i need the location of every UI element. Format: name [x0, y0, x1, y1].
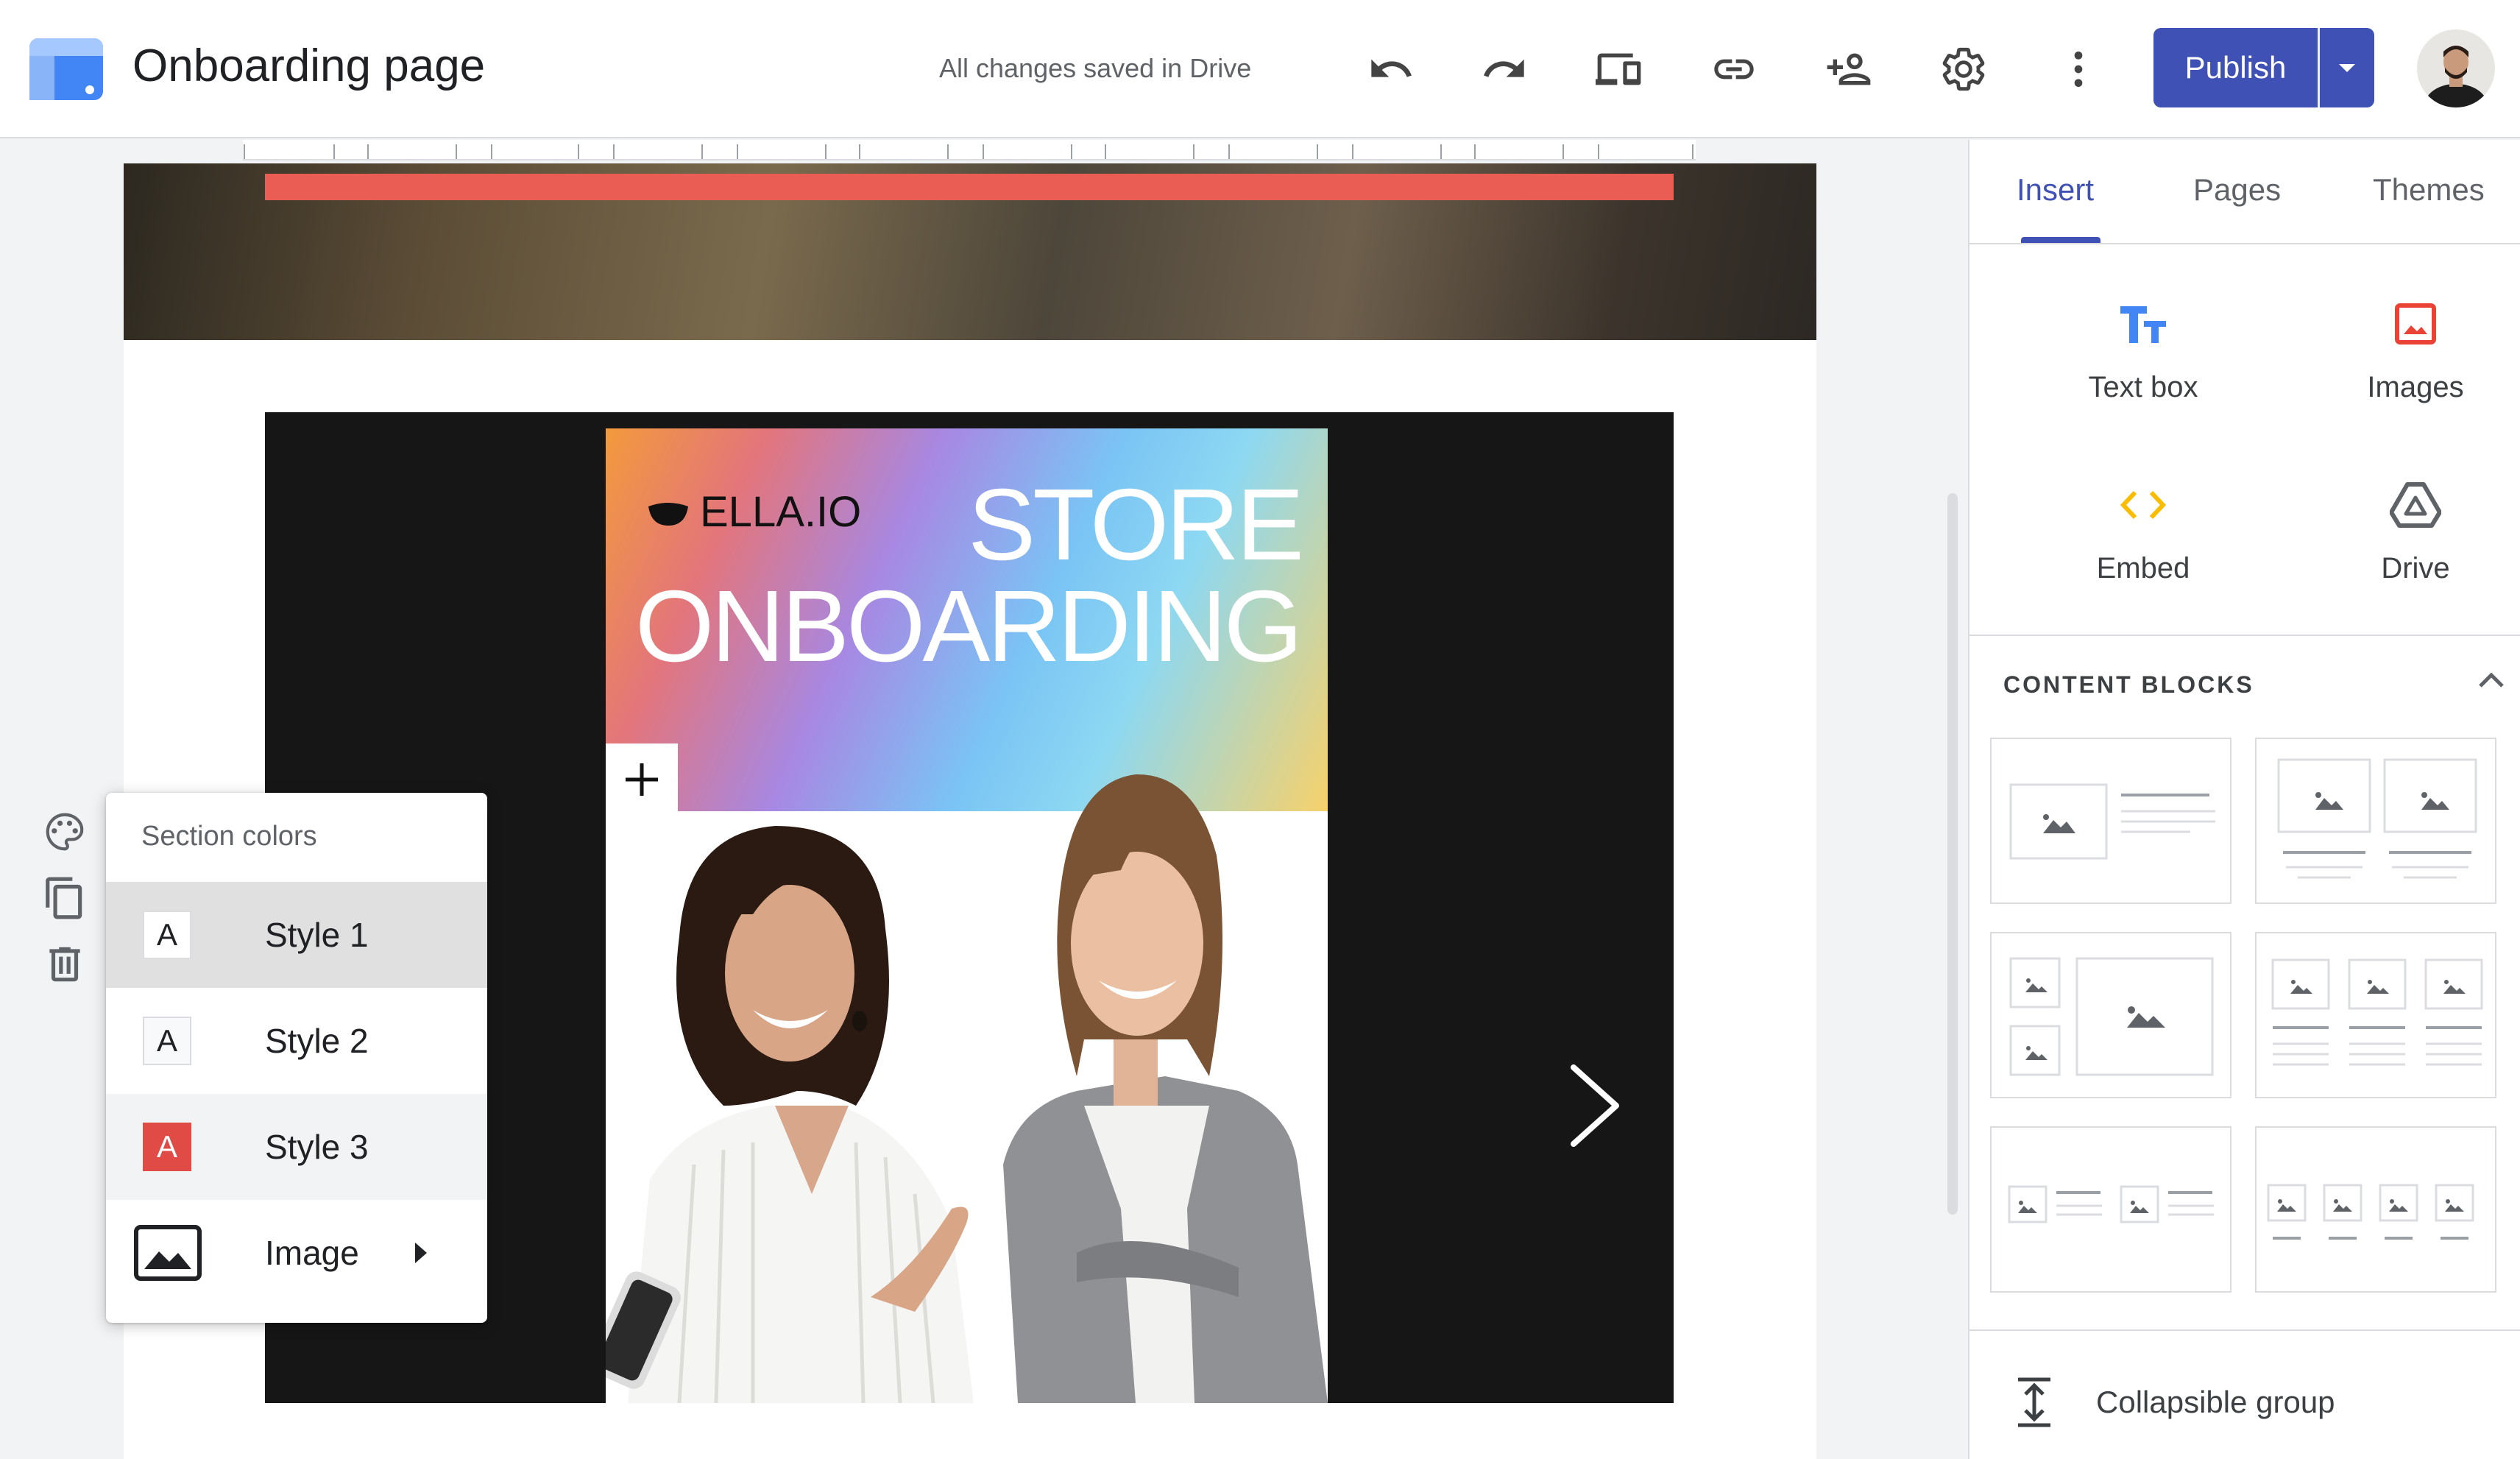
style-3-label: Style 3	[265, 1128, 369, 1166]
tabs-divider	[1969, 243, 2520, 244]
panel-divider	[1969, 635, 2520, 636]
image-icon	[2386, 294, 2445, 353]
insert-collapsible-group[interactable]: Collapsible group	[2014, 1377, 2335, 1428]
user-avatar[interactable]	[2417, 29, 2495, 107]
style-1-option[interactable]: A Style 1	[106, 882, 487, 988]
slide-headline-onboarding: ONBOARDING	[635, 570, 1303, 683]
brand-bowl-icon	[648, 502, 688, 526]
add-content-button[interactable]	[606, 743, 678, 816]
embed-label: Embed	[2096, 552, 2190, 584]
duplicate-section-icon[interactable]	[37, 870, 93, 926]
section-colors-menu: Section colors A Style 1 A Style 2 A Sty…	[106, 793, 487, 1323]
right-side-panel: Insert Pages Themes Text box Images Embe…	[1968, 140, 2520, 1459]
tab-insert[interactable]: Insert	[2017, 172, 2094, 208]
save-status: All changes saved in Drive	[939, 53, 1252, 83]
publish-button-group: Publish	[2153, 28, 2374, 107]
insert-embed[interactable]: Embed	[2033, 476, 2254, 623]
publish-button[interactable]: Publish	[2153, 28, 2318, 107]
content-block-image-grid[interactable]	[1990, 932, 2231, 1098]
collapsible-group-icon	[2018, 1377, 2050, 1427]
image-label: Image	[265, 1234, 359, 1272]
text-box-icon	[2114, 294, 2173, 353]
settings-icon[interactable]	[1931, 37, 1996, 102]
text-box-label: Text box	[2088, 371, 2198, 403]
content-block-four-columns[interactable]	[2255, 1126, 2496, 1293]
publish-options-dropdown[interactable]	[2320, 28, 2374, 107]
ruler	[243, 140, 1696, 160]
tab-pages[interactable]: Pages	[2193, 172, 2281, 208]
content-block-three-columns[interactable]	[2255, 932, 2496, 1098]
content-blocks-title: CONTENT BLOCKS	[2003, 671, 2254, 698]
caret-down-icon	[2339, 64, 2355, 72]
slide-headline-store: STORE	[968, 468, 1304, 582]
sites-logo-icon[interactable]	[29, 38, 103, 100]
section-colors-title: Section colors	[141, 821, 317, 852]
delete-section-icon[interactable]	[37, 936, 93, 992]
top-bar: Onboarding page All changes saved in Dri…	[0, 0, 2520, 138]
submenu-caret-icon	[415, 1243, 427, 1263]
carousel-next-arrow-icon[interactable]	[1551, 1061, 1640, 1150]
style-1-swatch: A	[143, 911, 191, 959]
drive-label: Drive	[2381, 552, 2450, 584]
document-title[interactable]: Onboarding page	[132, 40, 485, 92]
chevron-up-icon[interactable]	[2473, 663, 2510, 699]
collapsible-group-label: Collapsible group	[2096, 1385, 2335, 1419]
two-women-photo	[606, 774, 1328, 1403]
active-tab-indicator	[2021, 237, 2100, 243]
style-2-option[interactable]: A Style 2	[106, 988, 487, 1094]
preview-devices-icon[interactable]	[1587, 37, 1652, 102]
undo-icon[interactable]	[1359, 37, 1423, 102]
embed-icon	[2114, 476, 2173, 534]
plus-icon	[626, 763, 658, 796]
header-banner-image[interactable]	[124, 163, 1816, 340]
drive-icon	[2386, 476, 2445, 534]
style-2-label: Style 2	[265, 1022, 369, 1060]
content-block-two-images[interactable]	[2255, 738, 2496, 904]
canvas-scrollbar[interactable]	[1947, 493, 1958, 1215]
redo-icon[interactable]	[1472, 37, 1537, 102]
content-block-image-text-pairs[interactable]	[1990, 1126, 2231, 1293]
style-3-option[interactable]: A Style 3	[106, 1094, 487, 1200]
brand-logo: ELLA.IO	[647, 487, 861, 537]
insert-text-box[interactable]: Text box	[2033, 294, 2254, 442]
style-3-swatch: A	[143, 1123, 191, 1171]
images-label: Images	[2367, 371, 2464, 403]
panel-divider-bottom	[1969, 1329, 2520, 1331]
brand-name: ELLA.IO	[700, 488, 862, 536]
image-icon	[134, 1225, 202, 1281]
insert-drive[interactable]: Drive	[2305, 476, 2520, 623]
section-colors-palette-icon[interactable]	[37, 804, 93, 860]
style-2-swatch: A	[143, 1017, 191, 1065]
image-background-option[interactable]: Image	[106, 1200, 487, 1306]
insert-images[interactable]: Images	[2305, 294, 2520, 442]
link-icon[interactable]	[1702, 37, 1766, 102]
publish-divider	[2318, 28, 2320, 107]
carousel-slide[interactable]: ELLA.IO STORE ONBOARDING	[606, 428, 1328, 1403]
share-add-person-icon[interactable]	[1816, 37, 1881, 102]
tab-themes[interactable]: Themes	[2373, 172, 2485, 208]
content-block-image-text[interactable]	[1990, 738, 2231, 904]
header-accent-bar	[265, 174, 1674, 200]
style-1-label: Style 1	[265, 916, 369, 954]
more-vert-icon[interactable]	[2046, 37, 2111, 102]
